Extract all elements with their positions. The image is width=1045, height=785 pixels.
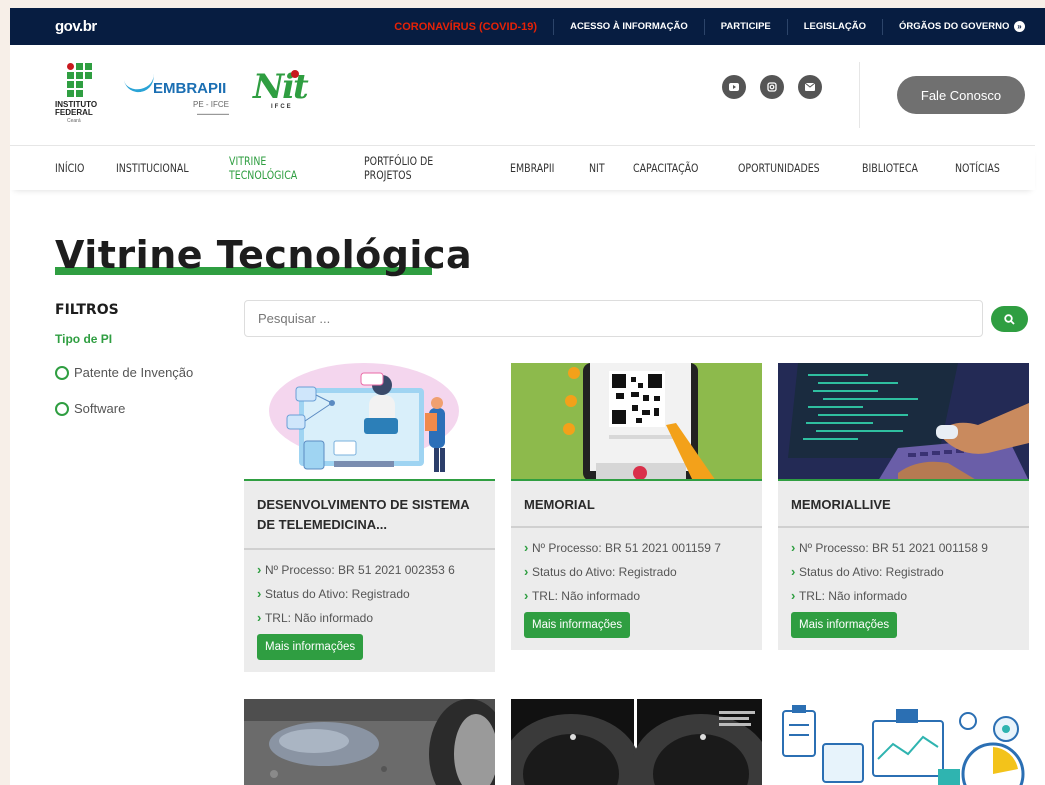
nit-logo[interactable]: Nit IFCE (253, 70, 313, 125)
tech-card-image[interactable] (244, 699, 495, 785)
radio-software[interactable] (55, 401, 69, 416)
instagram-icon[interactable] (760, 75, 784, 99)
filter-option-software[interactable]: Software (55, 401, 215, 416)
govbr-logo[interactable]: gov.br (55, 18, 97, 35)
nav-inicio[interactable]: INÍCIO (55, 161, 84, 175)
card-status: Status do Ativo: Registrado (791, 560, 1016, 584)
orgaos-governo-link[interactable]: ÓRGÃOS DO GOVERNO » (883, 19, 1029, 35)
embrapii-fine-print: ▬▬▬▬▬▬▬▬ (197, 111, 229, 116)
embrapii-unit: PE - IFCE (193, 100, 230, 109)
nav-capacitacao[interactable]: CAPACITAÇÃO (633, 161, 698, 175)
nit-logo-dot (291, 70, 299, 78)
nav-biblioteca[interactable]: BIBLIOTECA (862, 161, 918, 175)
card-info: Nº Processo: BR 51 2021 001159 7 Status … (511, 528, 762, 608)
embrapii-swoosh (123, 73, 157, 95)
card-processo: Nº Processo: BR 51 2021 001158 9 (791, 536, 1016, 560)
nav-institucional[interactable]: INSTITUCIONAL (116, 161, 189, 175)
card-status: Status do Ativo: Registrado (524, 560, 749, 584)
more-info-button[interactable]: Mais informações (524, 612, 631, 638)
ifce-logo-text: INSTITUTO FEDERAL Ceará (55, 100, 98, 125)
covid-link[interactable]: CORONAVÍRUS (COVID-19) (378, 18, 555, 35)
filter-group-tipo-pi: Tipo de PI (55, 332, 113, 346)
gov-bar: gov.br CORONAVÍRUS (COVID-19) ACESSO À I… (10, 8, 1045, 45)
card-title[interactable]: DESENVOLVIMENTO DE SISTEMA DE TELEMEDICI… (244, 481, 495, 550)
card-title[interactable]: MEMORIALLIVE (778, 481, 1029, 528)
card-trl: TRL: Não informado (791, 584, 1016, 608)
orgaos-governo-label: ÓRGÃOS DO GOVERNO (899, 20, 1010, 32)
youtube-icon[interactable] (722, 75, 746, 99)
tech-card: MEMORIALLIVE Nº Processo: BR 51 2021 001… (778, 363, 1029, 650)
filter-option-label: Patente de Invenção (74, 365, 194, 380)
card-trl: TRL: Não informado (257, 606, 482, 630)
ifce-logo-mark (67, 63, 110, 97)
search-button[interactable] (991, 306, 1028, 332)
legislacao-link[interactable]: LEGISLAÇÃO (788, 18, 884, 35)
more-info-button[interactable]: Mais informações (257, 634, 364, 660)
contact-button[interactable]: Fale Conosco (897, 76, 1025, 114)
card-status: Status do Ativo: Registrado (257, 582, 482, 606)
card-image-telemedicina[interactable] (244, 363, 495, 481)
card-processo: Nº Processo: BR 51 2021 001159 7 (524, 536, 749, 560)
nav-nit[interactable]: NIT (589, 161, 605, 175)
embrapii-name: EMBRAPII (153, 80, 227, 97)
tech-card-image[interactable] (778, 699, 1029, 785)
gov-links: CORONAVÍRUS (COVID-19) ACESSO À INFORMAÇ… (378, 18, 1029, 35)
nav-vitrine-tecnologica[interactable]: VITRINE TECNOLÓGICA (229, 154, 319, 182)
filter-option-patente[interactable]: Patente de Invenção (55, 365, 215, 380)
card-info: Nº Processo: BR 51 2021 001158 9 Status … (778, 528, 1029, 608)
card-info: Nº Processo: BR 51 2021 002353 6 Status … (244, 550, 495, 630)
page-title-wrap: Vitrine Tecnológica (55, 233, 472, 277)
nav-portfolio-projetos[interactable]: PORTFÓLIO DE PROJETOS (364, 154, 463, 182)
radio-patente[interactable] (55, 365, 69, 380)
more-info-button[interactable]: Mais informações (791, 612, 898, 638)
page-frame: gov.br CORONAVÍRUS (COVID-19) ACESSO À I… (10, 8, 1045, 785)
participe-link[interactable]: PARTICIPE (705, 18, 788, 35)
nav-noticias[interactable]: NOTÍCIAS (955, 161, 1000, 175)
tech-card-image[interactable] (511, 699, 762, 785)
header-divider (859, 62, 860, 128)
card-image-memoriallive[interactable] (778, 363, 1029, 481)
card-trl: TRL: Não informado (524, 584, 749, 608)
embrapii-logo[interactable]: EMBRAPII PE - IFCE ▬▬▬▬▬▬▬▬ (123, 70, 245, 130)
search-icon (1004, 313, 1015, 325)
nav-oportunidades[interactable]: OPORTUNIDADES (738, 161, 820, 175)
page-title: Vitrine Tecnológica (55, 233, 473, 277)
nav-embrapii[interactable]: EMBRAPII (510, 161, 554, 175)
ifce-logo[interactable]: INSTITUTO FEDERAL Ceará (55, 63, 110, 125)
social-icons (722, 75, 822, 99)
tech-card: DESENVOLVIMENTO DE SISTEMA DE TELEMEDICI… (244, 363, 495, 672)
filters-title: FILTROS (55, 302, 119, 318)
acesso-informacao-link[interactable]: ACESSO À INFORMAÇÃO (554, 18, 705, 35)
email-icon[interactable] (798, 75, 822, 99)
card-title[interactable]: MEMORIAL (511, 481, 762, 528)
main-nav: INÍCIO INSTITUCIONAL VITRINE TECNOLÓGICA… (10, 146, 1035, 190)
filter-option-label: Software (74, 401, 126, 416)
tech-card: MEMORIAL Nº Processo: BR 51 2021 001159 … (511, 363, 762, 650)
site-header: INSTITUTO FEDERAL Ceará EMBRAPII PE - IF… (10, 45, 1035, 146)
search-input[interactable] (244, 300, 983, 337)
chevron-down-icon: » (1014, 20, 1025, 32)
card-processo: Nº Processo: BR 51 2021 002353 6 (257, 558, 482, 582)
filters-panel: FILTROS Tipo de PI Patente de Invenção S… (55, 302, 215, 416)
card-image-memorial[interactable] (511, 363, 762, 481)
nit-logo-mark: Nit (253, 67, 309, 107)
